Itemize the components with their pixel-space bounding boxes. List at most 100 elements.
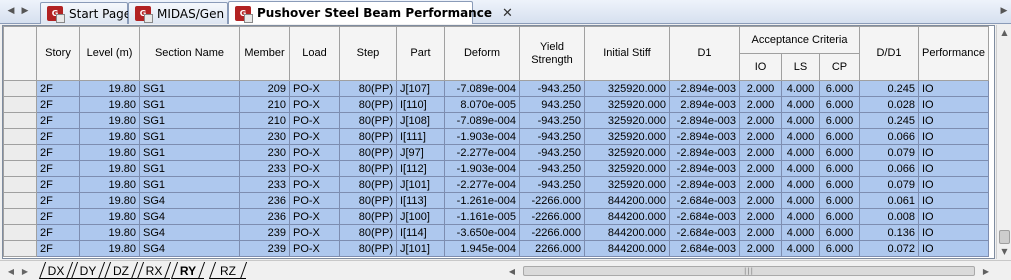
sheet-tab-dz[interactable]: DZ [103, 262, 139, 279]
cell-yield-strength[interactable]: -943.250 [519, 144, 585, 161]
cell-ls[interactable]: 4.000 [781, 208, 820, 225]
cell-cp[interactable]: 6.000 [819, 96, 860, 113]
cell-d1[interactable]: -2.684e-003 [669, 208, 740, 225]
row-header[interactable] [3, 192, 37, 209]
scroll-right-icon[interactable]: ▶ [979, 264, 993, 278]
cell-ls[interactable]: 4.000 [781, 144, 820, 161]
col-header-dd1[interactable]: D/D1 [859, 26, 919, 81]
cell-yield-strength[interactable]: 2266.000 [519, 240, 585, 257]
cell-dd1[interactable]: 0.008 [859, 208, 919, 225]
cell-story[interactable]: 2F [36, 208, 80, 225]
cell-part[interactable]: I[113] [396, 192, 445, 209]
cell-initial-stiff[interactable]: 325920.000 [584, 160, 670, 177]
cell-d1[interactable]: -2.894e-003 [669, 128, 740, 145]
row-header[interactable] [3, 240, 37, 257]
cell-member[interactable]: 239 [239, 224, 290, 241]
cell-story[interactable]: 2F [36, 224, 80, 241]
cell-io[interactable]: 2.000 [739, 112, 782, 129]
row-header[interactable] [3, 160, 37, 177]
cell-load[interactable]: PO-X [289, 80, 340, 97]
table-row[interactable]: 2F 19.80 SG4 236 PO-X 80(PP) I[113] -1.261e-004… [3, 192, 989, 209]
col-header-initial-stiff[interactable]: Initial Stiff [584, 26, 670, 81]
cell-yield-strength[interactable]: 943.250 [519, 96, 585, 113]
cell-performance[interactable]: IO [918, 96, 989, 113]
cell-dd1[interactable]: 0.079 [859, 144, 919, 161]
cell-d1[interactable]: -2.894e-003 [669, 160, 740, 177]
row-header[interactable] [3, 96, 37, 113]
cell-cp[interactable]: 6.000 [819, 176, 860, 193]
cell-dd1[interactable]: 0.245 [859, 112, 919, 129]
sheet-tab-dy[interactable]: DY [70, 262, 106, 279]
cell-section-name[interactable]: SG1 [139, 96, 240, 113]
cell-member[interactable]: 236 [239, 192, 290, 209]
cell-io[interactable]: 2.000 [739, 160, 782, 177]
cell-load[interactable]: PO-X [289, 96, 340, 113]
cell-initial-stiff[interactable]: 325920.000 [584, 144, 670, 161]
cell-step[interactable]: 80(PP) [339, 176, 397, 193]
cell-level[interactable]: 19.80 [79, 176, 140, 193]
cell-dd1[interactable]: 0.028 [859, 96, 919, 113]
cell-story[interactable]: 2F [36, 128, 80, 145]
cell-performance[interactable]: IO [918, 144, 989, 161]
scroll-up-icon[interactable]: ▲ [997, 25, 1011, 40]
cell-ls[interactable]: 4.000 [781, 192, 820, 209]
cell-section-name[interactable]: SG1 [139, 112, 240, 129]
row-header[interactable] [3, 112, 37, 129]
cell-yield-strength[interactable]: -2266.000 [519, 192, 585, 209]
cell-level[interactable]: 19.80 [79, 192, 140, 209]
cell-part[interactable]: J[97] [396, 144, 445, 161]
cell-ls[interactable]: 4.000 [781, 160, 820, 177]
col-header-deform[interactable]: Deform [444, 26, 520, 81]
cell-dd1[interactable]: 0.136 [859, 224, 919, 241]
cell-initial-stiff[interactable]: 325920.000 [584, 96, 670, 113]
cell-d1[interactable]: 2.684e-003 [669, 240, 740, 257]
cell-member[interactable]: 210 [239, 112, 290, 129]
cell-member[interactable]: 210 [239, 96, 290, 113]
cell-story[interactable]: 2F [36, 96, 80, 113]
cell-dd1[interactable]: 0.079 [859, 176, 919, 193]
cell-io[interactable]: 2.000 [739, 176, 782, 193]
cell-deform[interactable]: -2.277e-004 [444, 144, 520, 161]
cell-performance[interactable]: IO [918, 208, 989, 225]
cell-member[interactable]: 230 [239, 128, 290, 145]
cell-part[interactable]: I[110] [396, 96, 445, 113]
cell-d1[interactable]: -2.684e-003 [669, 224, 740, 241]
row-header[interactable] [3, 208, 37, 225]
col-header-step[interactable]: Step [339, 26, 397, 81]
cell-member[interactable]: 236 [239, 208, 290, 225]
table-row[interactable]: 2F 19.80 SG1 230 PO-X 80(PP) J[97] -2.277e-004-… [3, 144, 989, 161]
cell-deform[interactable]: 8.070e-005 [444, 96, 520, 113]
cell-io[interactable]: 2.000 [739, 240, 782, 257]
cell-cp[interactable]: 6.000 [819, 128, 860, 145]
cell-section-name[interactable]: SG4 [139, 224, 240, 241]
table-row[interactable]: 2F 19.80 SG4 236 PO-X 80(PP) J[100] -1.161e-005… [3, 208, 989, 225]
cell-level[interactable]: 19.80 [79, 240, 140, 257]
col-header-load[interactable]: Load [289, 26, 340, 81]
row-header[interactable] [3, 80, 37, 97]
cell-dd1[interactable]: 0.072 [859, 240, 919, 257]
cell-load[interactable]: PO-X [289, 160, 340, 177]
col-header-d1[interactable]: D1 [669, 26, 740, 81]
cell-ls[interactable]: 4.000 [781, 176, 820, 193]
cell-story[interactable]: 2F [36, 112, 80, 129]
col-header-part[interactable]: Part [396, 26, 445, 81]
cell-step[interactable]: 80(PP) [339, 208, 397, 225]
cell-d1[interactable]: 2.894e-003 [669, 96, 740, 113]
cell-initial-stiff[interactable]: 325920.000 [584, 112, 670, 129]
cell-deform[interactable]: -7.089e-004 [444, 112, 520, 129]
cell-part[interactable]: J[101] [396, 240, 445, 257]
sheet-scroll-right-icon[interactable]: ▶ [18, 263, 32, 279]
tab-scroll-left-button[interactable]: ◀ [4, 3, 18, 19]
col-header-level[interactable]: Level (m) [79, 26, 140, 81]
cell-step[interactable]: 80(PP) [339, 96, 397, 113]
cell-d1[interactable]: -2.894e-003 [669, 176, 740, 193]
cell-story[interactable]: 2F [36, 192, 80, 209]
table-row[interactable]: 2F 19.80 SG1 230 PO-X 80(PP) I[111] -1.903e-004… [3, 128, 989, 145]
table-row[interactable]: 2F 19.80 SG4 239 PO-X 80(PP) I[114] -3.650e-004… [3, 224, 989, 241]
horizontal-scrollbar[interactable]: ◀ ||| ▶ [505, 264, 995, 278]
cell-performance[interactable]: IO [918, 80, 989, 97]
cell-io[interactable]: 2.000 [739, 96, 782, 113]
cell-step[interactable]: 80(PP) [339, 80, 397, 97]
col-header-io[interactable]: IO [739, 53, 782, 81]
cell-dd1[interactable]: 0.245 [859, 80, 919, 97]
